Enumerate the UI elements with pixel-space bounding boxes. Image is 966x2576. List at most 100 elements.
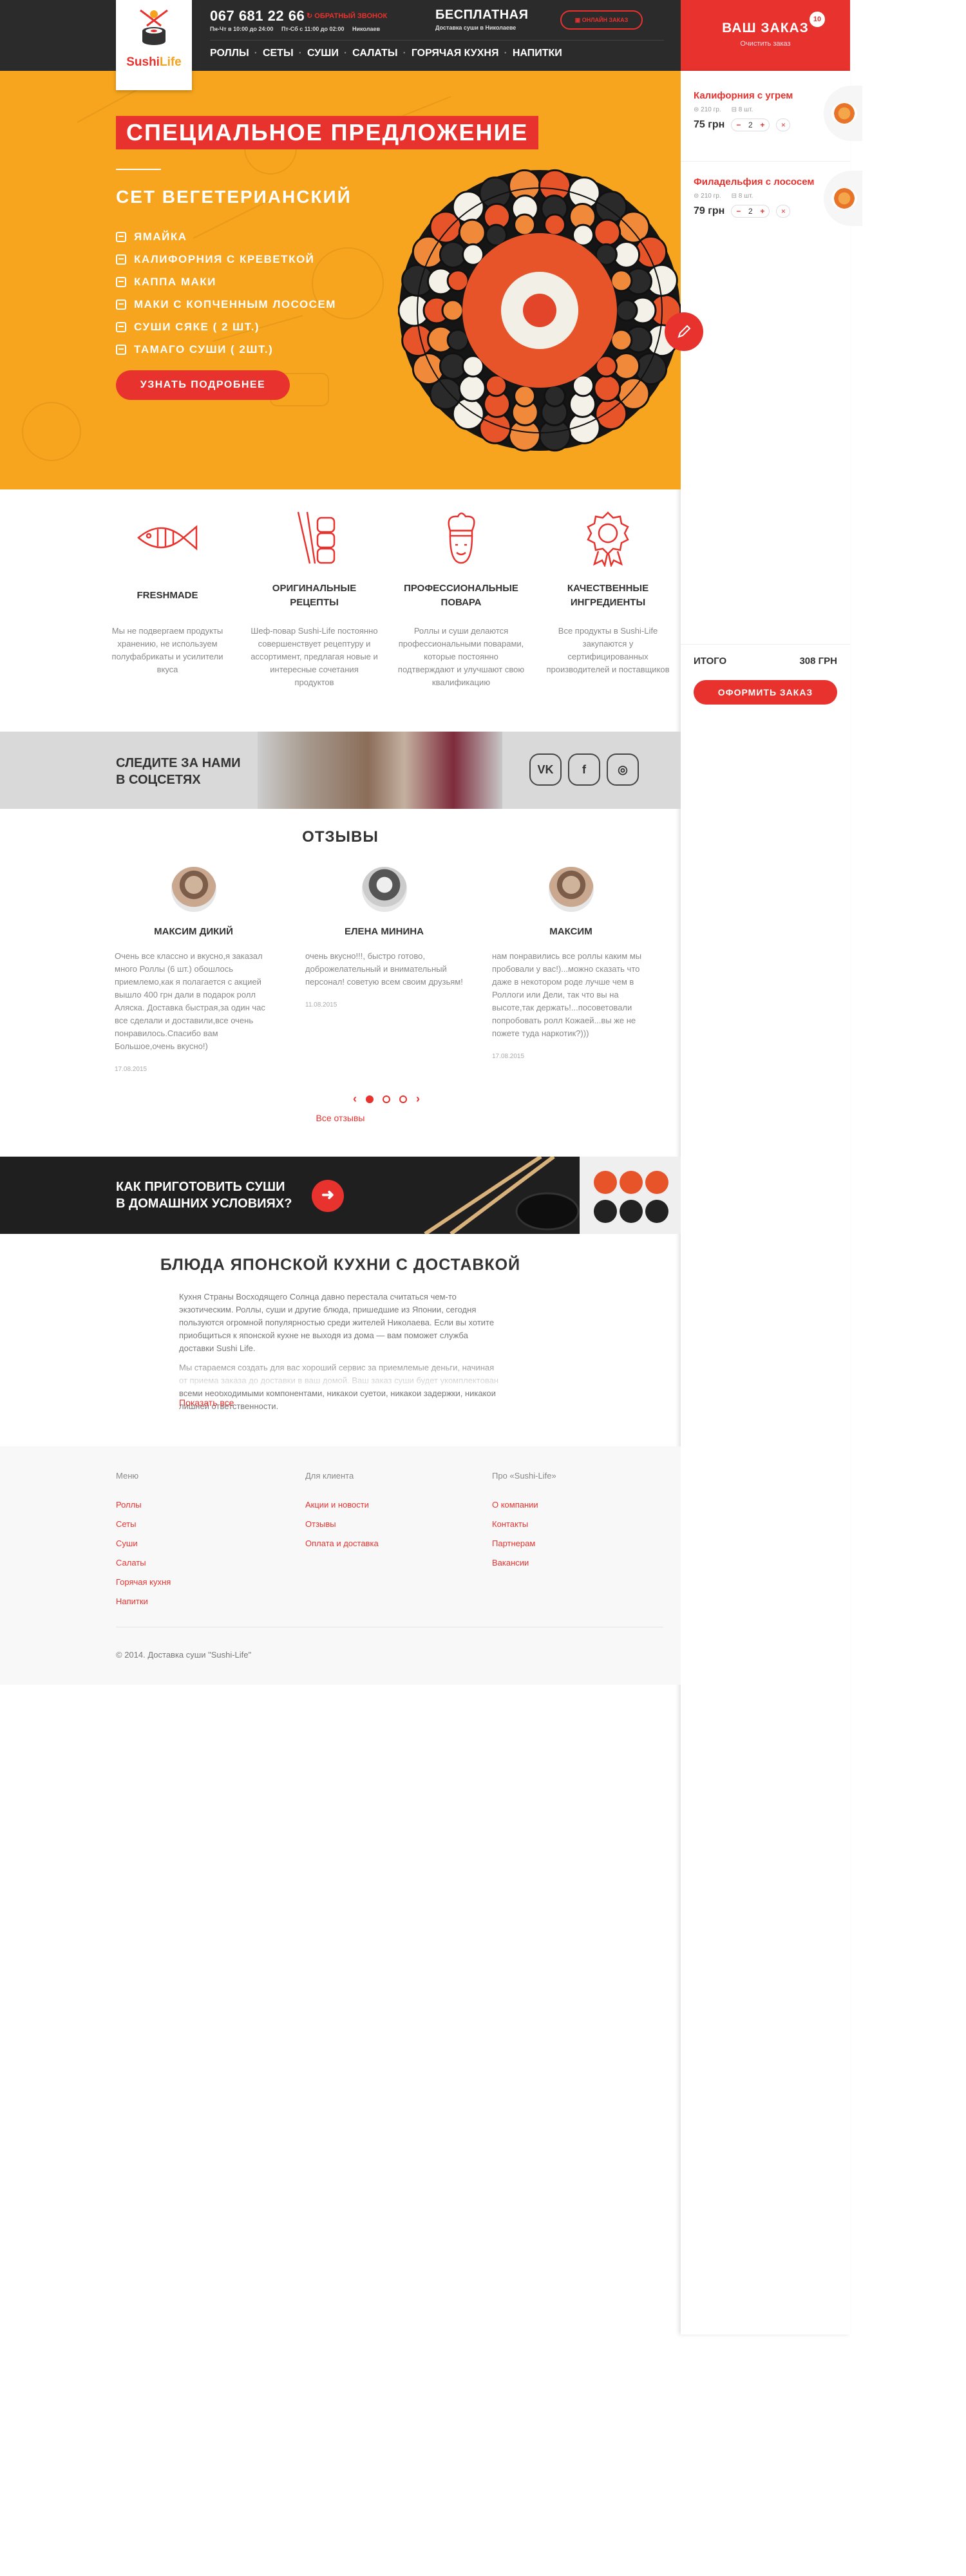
footer-link[interactable]: Вакансии — [492, 1558, 659, 1577]
order-item-price: 79 грн — [694, 205, 725, 216]
sushi-piece — [458, 374, 486, 402]
nav-item-drinks[interactable]: НАПИТКИ — [513, 48, 562, 59]
logo[interactable]: SushiLife — [116, 0, 192, 90]
footer-link[interactable]: Салаты — [116, 1558, 283, 1577]
review-date: 17.08.2015 — [115, 1066, 147, 1073]
about-title: БЛЮДА ЯПОНСКОЙ КУХНИ С ДОСТАВКОЙ — [160, 1256, 521, 1274]
nav-separator: · — [343, 48, 348, 59]
facebook-icon: f — [582, 762, 586, 776]
clear-order-link[interactable]: Очистить заказ — [681, 40, 850, 48]
weight-value: 210 гр. — [701, 193, 721, 200]
decrease-button[interactable]: − — [736, 207, 741, 216]
callback-label: ОБРАТНЫЙ ЗВОНОК — [314, 12, 388, 20]
pencil-icon — [677, 325, 691, 338]
sushi-piece — [513, 213, 536, 236]
feature-title: ОРИГИНАЛЬНЫЕ РЕЦЕПТЫ — [272, 583, 357, 608]
hero-banner: СПЕЦИАЛЬНОЕ ПРЕДЛОЖЕНИЕ СЕТ ВЕГЕТЕРИАНСК… — [0, 71, 681, 489]
footer-link[interactable]: Напитки — [116, 1596, 283, 1616]
footer-link[interactable]: Партнерам — [492, 1539, 659, 1558]
feature-title: FRESHMADE — [137, 590, 198, 601]
social-photo — [258, 732, 502, 809]
footer-column-title: Про «Sushi-Life» — [492, 1471, 556, 1481]
footer-link[interactable]: Акции и новости — [305, 1500, 473, 1519]
about-fade — [179, 1359, 501, 1391]
online-order-button[interactable]: ▣ ОНЛАЙН ЗАКАЗ — [560, 10, 643, 30]
footer-column-title: Меню — [116, 1471, 139, 1481]
footer-link[interactable]: Отзывы — [305, 1519, 473, 1539]
pager-dot[interactable] — [383, 1095, 390, 1103]
social-title: СЛЕДИТЕ ЗА НАМИ В СОЦСЕТЯХ — [116, 756, 241, 787]
sushi-chopsticks-image — [424, 1157, 681, 1234]
increase-button[interactable]: + — [760, 207, 764, 216]
nav-item-sushi[interactable]: СУШИ — [307, 48, 339, 59]
sushi-logo-icon — [140, 9, 168, 45]
footer-link[interactable]: Суши — [116, 1539, 283, 1558]
sushi-platter-image — [398, 169, 681, 452]
order-item-controls: 79 грн − 2 + × — [694, 205, 850, 218]
order-item-meta: ⊜ 210 гр. ⊟ 8 шт. — [694, 106, 850, 113]
order-divider — [681, 644, 850, 645]
order-item-name[interactable]: Филадельфия с лососем — [694, 176, 850, 187]
footer-link[interactable]: Роллы — [116, 1500, 283, 1519]
feature-item: КАЧЕСТВЕННЫЕ ИНГРЕДИЕНТЫ Все продукты в … — [544, 509, 672, 676]
sushi-piece — [593, 374, 621, 402]
quantity-value: 2 — [748, 207, 753, 216]
nav-item-salads[interactable]: САЛАТЫ — [352, 48, 397, 59]
learn-more-button[interactable]: УЗНАТЬ ПОДРОБНЕЕ — [116, 370, 290, 400]
box-icon — [116, 299, 126, 310]
howto-banner: КАК ПРИГОТОВИТЬ СУШИ В ДОМАШНИХ УСЛОВИЯХ… — [0, 1157, 681, 1234]
feature-item: FRESHMADE Мы не подвергаем продукты хран… — [103, 509, 232, 676]
callback-link[interactable]: ↻ ОБРАТНЫЙ ЗВОНОК — [307, 12, 387, 20]
box-icon — [116, 231, 126, 242]
show-all-link[interactable]: Показать все — [179, 1397, 234, 1408]
sushi-piece — [610, 328, 633, 352]
footer-link[interactable]: О компании — [492, 1500, 659, 1519]
pager-dot[interactable] — [366, 1095, 374, 1103]
footer-column: Меню Роллы Сеты Суши Салаты Горячая кухн… — [116, 1471, 283, 1616]
avatar — [548, 867, 594, 912]
footer-link[interactable]: Сеты — [116, 1519, 283, 1539]
facebook-button[interactable]: f — [568, 753, 600, 786]
checkout-button[interactable]: ОФОРМИТЬ ЗАКАЗ — [694, 680, 837, 705]
total-value: 308 грн — [799, 656, 837, 667]
vk-button[interactable]: VK — [529, 753, 562, 786]
list-item-label: КАППА МАКИ — [134, 275, 216, 288]
free-delivery-subtitle: Доставка суши в Николаеве — [435, 24, 516, 31]
decrease-button[interactable]: − — [736, 120, 741, 129]
logo-text-life: Life — [159, 55, 182, 69]
nav-separator: · — [402, 48, 406, 59]
footer-link[interactable]: Контакты — [492, 1519, 659, 1539]
remove-item-button[interactable]: × — [776, 205, 791, 218]
sushi-piece — [458, 218, 486, 247]
order-item-name[interactable]: Калифорния с угрем — [694, 90, 850, 101]
total-label: ИТОГО — [694, 656, 727, 667]
pager-dot[interactable] — [399, 1095, 407, 1103]
remove-item-button[interactable]: × — [776, 118, 791, 131]
order-item-meta: ⊜ 210 гр. ⊟ 8 шт. — [694, 193, 850, 200]
edit-pencil-button[interactable] — [665, 312, 703, 351]
footer-link[interactable]: Оплата и доставка — [305, 1539, 473, 1558]
nav-item-sets[interactable]: СЕТЫ — [263, 48, 294, 59]
quantity-stepper: − 2 + — [731, 118, 770, 131]
feature-title: ПРОФЕССИОНАЛЬНЫЕ ПОВАРА — [404, 583, 518, 608]
all-reviews-link[interactable]: Все отзывы — [0, 1113, 681, 1123]
box-icon — [116, 276, 126, 287]
review-author: ЕЛЕНА МИНИНА — [345, 926, 424, 937]
nav-item-rolls[interactable]: РОЛЛЫ — [210, 48, 249, 59]
chevron-right-icon[interactable]: › — [416, 1092, 420, 1106]
arrow-right-button[interactable]: ➜ — [312, 1180, 344, 1212]
set-title: СЕТ ВЕГЕТЕРИАНСКИЙ — [116, 187, 352, 207]
chevron-left-icon[interactable]: ‹ — [353, 1092, 357, 1106]
box-icon — [116, 254, 126, 265]
phone-number[interactable]: 067 681 22 66 — [210, 8, 305, 24]
free-delivery-title: БЕСПЛАТНАЯ — [435, 8, 529, 22]
footer-link[interactable]: Горячая кухня — [116, 1577, 283, 1596]
sushi-piece — [543, 213, 566, 236]
howto-title: КАК ПРИГОТОВИТЬ СУШИ В ДОМАШНИХ УСЛОВИЯХ… — [116, 1180, 292, 1211]
instagram-button[interactable]: ◎ — [607, 753, 639, 786]
increase-button[interactable]: + — [760, 120, 764, 129]
feature-item: ПРОФЕССИОНАЛЬНЫЕ ПОВАРА Роллы и суши дел… — [397, 509, 526, 689]
nav-item-hot[interactable]: ГОРЯЧАЯ КУХНЯ — [412, 48, 499, 59]
reviews-title: ОТЗЫВЫ — [302, 828, 379, 846]
order-divider — [681, 161, 850, 162]
